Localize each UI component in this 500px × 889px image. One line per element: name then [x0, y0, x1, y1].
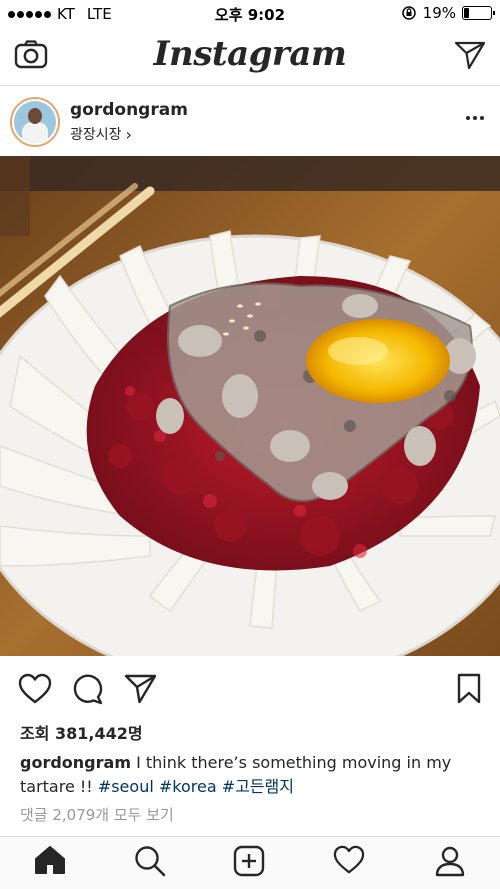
chevron-right-icon: › — [125, 124, 132, 144]
comment-icon[interactable] — [72, 673, 104, 705]
orientation-lock-icon — [401, 6, 416, 20]
post-location[interactable]: 광장시장 › — [70, 124, 132, 144]
photo-image — [0, 156, 500, 656]
status-right: 19% — [401, 4, 495, 22]
instagram-logo: Instagram — [153, 34, 347, 74]
profile-icon[interactable] — [434, 845, 466, 877]
battery-icon — [462, 6, 495, 20]
share-icon[interactable] — [124, 673, 158, 705]
post-actions — [0, 665, 500, 713]
post-username[interactable]: gordongram — [70, 100, 188, 120]
bookmark-icon[interactable] — [456, 673, 482, 705]
activity-icon[interactable] — [333, 845, 365, 875]
post-header: gordongram 광장시장 › — [0, 86, 500, 156]
view-all-comments-link[interactable]: 댓글 2,079개 모두 보기 — [20, 804, 174, 825]
post-caption: gordongram I think there’s something mov… — [20, 751, 485, 799]
add-icon[interactable] — [233, 845, 265, 877]
heart-icon[interactable] — [18, 673, 52, 705]
tab-bar — [0, 836, 500, 889]
caption-username[interactable]: gordongram — [20, 753, 131, 772]
post-photo[interactable] — [0, 156, 500, 656]
avatar[interactable] — [10, 97, 60, 147]
caption-hashtags[interactable]: #seoul #korea #고든램지 — [98, 777, 294, 796]
location-label: 광장시장 — [70, 127, 122, 143]
status-bar: KT LTE 오후 9:02 19% — [0, 0, 500, 28]
paper-plane-icon[interactable] — [454, 40, 486, 70]
view-count: 조회 381,442명 — [20, 724, 143, 743]
more-options-icon[interactable] — [466, 116, 484, 120]
home-icon[interactable] — [34, 845, 66, 875]
search-icon[interactable] — [134, 845, 166, 877]
battery-percent: 19% — [422, 4, 456, 22]
app-header: Instagram — [0, 28, 500, 86]
